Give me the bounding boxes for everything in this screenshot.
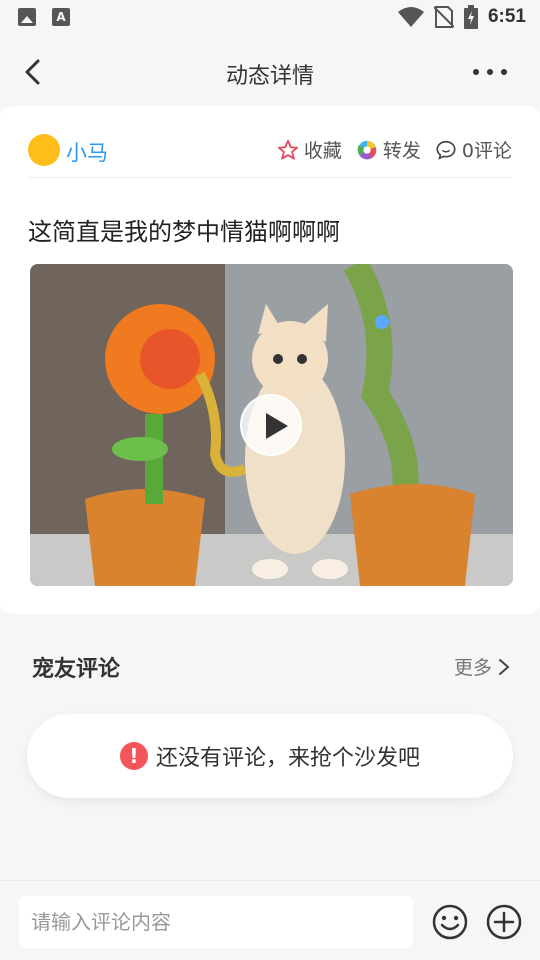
a-notification-icon: A xyxy=(52,8,70,26)
favorite-button[interactable]: 收藏 xyxy=(277,136,342,163)
top-navigation-bar: 动态详情 xyxy=(0,36,540,108)
star-icon xyxy=(277,139,298,160)
share-button[interactable]: 转发 xyxy=(356,136,421,163)
author-row: 小马 收藏 转发 0评论 xyxy=(28,130,512,178)
share-colorwheel-icon xyxy=(357,140,377,159)
comment-bubble-icon xyxy=(436,140,456,160)
favorite-label: 收藏 xyxy=(303,140,342,162)
image-notification-icon xyxy=(18,8,36,26)
comments-section-title: 宠友评论 xyxy=(32,657,121,682)
post-text: 这简直是我的梦中情猫啊啊啊 xyxy=(28,218,340,246)
empty-comments-notice: ! 还没有评论，来抢个沙发吧 xyxy=(27,714,513,798)
more-label: 更多 xyxy=(453,657,492,679)
wifi-icon xyxy=(397,7,424,27)
battery-icon xyxy=(463,5,478,29)
plus-circle-icon[interactable] xyxy=(485,903,523,941)
comment-input-bar xyxy=(0,880,540,960)
avatar[interactable] xyxy=(28,134,60,166)
author-name[interactable]: 小马 xyxy=(66,137,108,167)
video-player[interactable] xyxy=(30,264,513,586)
empty-comments-text: 还没有评论，来抢个沙发吧 xyxy=(155,746,420,771)
play-icon[interactable] xyxy=(240,394,302,456)
smiley-icon[interactable] xyxy=(431,903,469,941)
exclamation-icon: ! xyxy=(119,742,148,770)
more-comments-link[interactable]: 更多 xyxy=(454,653,510,680)
comment-input[interactable] xyxy=(19,896,413,948)
comment-button[interactable]: 0评论 xyxy=(435,136,512,163)
no-sim-icon xyxy=(433,6,454,28)
post-actions: 收藏 转发 0评论 xyxy=(277,136,512,163)
more-horizontal-icon[interactable] xyxy=(470,56,510,88)
status-time: 6:51 xyxy=(487,6,526,27)
share-label: 转发 xyxy=(382,140,421,162)
page-title: 动态详情 xyxy=(225,64,314,89)
status-bar: A 6:51 xyxy=(0,0,540,36)
post-card: 小马 收藏 转发 0评论 这简直是我的梦中情猫啊啊啊 xyxy=(0,106,540,614)
comment-count-label: 0评论 xyxy=(461,140,512,162)
chevron-right-icon xyxy=(499,658,509,675)
